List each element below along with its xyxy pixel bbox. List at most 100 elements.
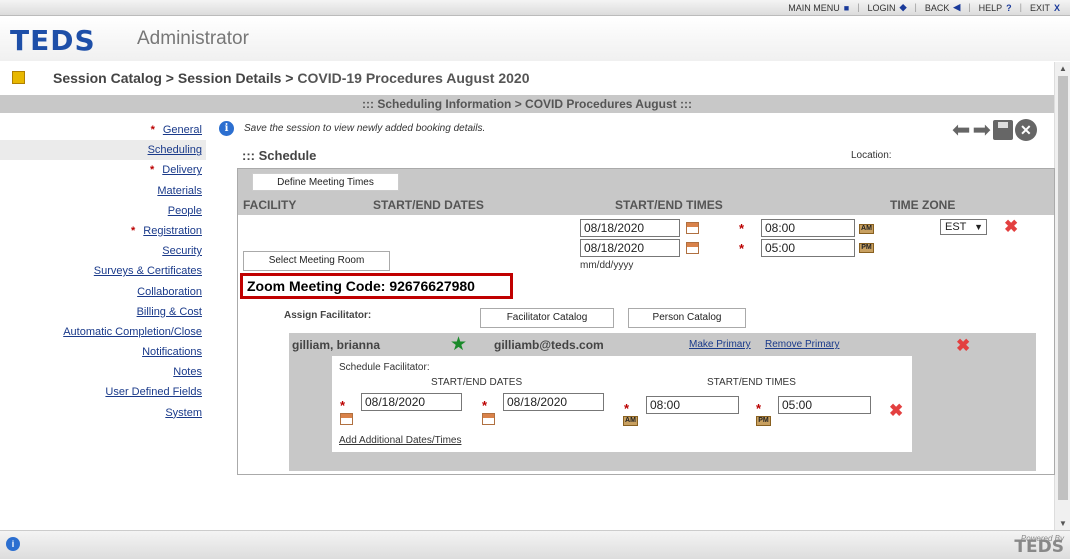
footer: i Powered By TEDS: [0, 530, 1070, 559]
back-label: BACK: [924, 2, 950, 13]
scroll-down-icon[interactable]: ▼: [1059, 519, 1067, 528]
timezone-select[interactable]: EST ▼: [940, 219, 987, 235]
pm-toggle[interactable]: PM: [756, 416, 771, 426]
sidebar-item-label[interactable]: Surveys & Certificates: [94, 265, 202, 277]
sidebar-item-label[interactable]: Registration: [143, 225, 202, 237]
sidebar-item-label[interactable]: General: [163, 124, 202, 136]
sidebar-item-label[interactable]: Billing & Cost: [137, 306, 202, 318]
sidebar-item-label[interactable]: System: [165, 407, 202, 419]
breadcrumb-session-details[interactable]: Session Details: [178, 70, 282, 86]
make-primary-link[interactable]: Make Primary: [689, 339, 751, 350]
facilitator-end-date-input[interactable]: 08/18/2020: [503, 393, 604, 411]
am-toggle[interactable]: AM: [623, 416, 638, 426]
sidebar-item-registration[interactable]: * Registration: [0, 221, 206, 241]
breadcrumb-current: COVID-19 Procedures August 2020: [297, 70, 530, 86]
required-star-icon: *: [739, 241, 745, 256]
person-catalog-button[interactable]: Person Catalog: [628, 308, 746, 328]
sidebar-item-billing-cost[interactable]: Billing & Cost: [0, 302, 206, 322]
main-menu-label: MAIN MENU: [788, 2, 840, 13]
pm-toggle[interactable]: PM: [859, 243, 874, 253]
catalog-icon: [12, 71, 25, 84]
facilitator-catalog-button[interactable]: Facilitator Catalog: [480, 308, 614, 328]
previous-arrow-icon[interactable]: ⬅: [952, 119, 970, 141]
scroll-up-icon[interactable]: ▲: [1059, 64, 1067, 73]
sidebar-item-label[interactable]: Notifications: [142, 346, 202, 358]
sidebar-item-label[interactable]: People: [168, 205, 202, 217]
start-date-input[interactable]: 08/18/2020: [580, 219, 680, 237]
save-icon[interactable]: [992, 120, 1013, 140]
column-dates: START/END DATES: [373, 198, 484, 212]
info-icon: i: [219, 121, 234, 136]
calendar-icon[interactable]: [340, 413, 353, 425]
delete-icon[interactable]: ✖: [1004, 218, 1018, 235]
assign-facilitator-label: Assign Facilitator:: [284, 310, 372, 321]
calendar-icon[interactable]: [686, 222, 699, 234]
calendar-icon[interactable]: [482, 413, 495, 425]
sidebar-item-security[interactable]: Security: [0, 241, 206, 261]
scrollbar-thumb[interactable]: [1058, 76, 1068, 500]
section-subheader: ::: Scheduling Information > COVID Proce…: [0, 95, 1054, 113]
calendar-icon[interactable]: [686, 242, 699, 254]
back-link[interactable]: BACK ◀: [921, 2, 964, 13]
select-meeting-room-button[interactable]: Select Meeting Room: [243, 251, 390, 271]
chevron-down-icon: ▼: [974, 222, 983, 232]
sidebar-item-notifications[interactable]: Notifications: [0, 342, 206, 362]
facilitator-email: gilliamb@teds.com: [494, 338, 604, 352]
sidebar-item-label[interactable]: Collaboration: [137, 286, 202, 298]
main-menu-link[interactable]: MAIN MENU ■: [784, 2, 853, 13]
exit-link[interactable]: EXIT X: [1026, 2, 1064, 13]
toolbar: ⬅ ➡ ✕: [952, 119, 1037, 141]
info-message: Save the session to view newly added boo…: [244, 123, 486, 134]
schedule-panel: Define Meeting Times FACILITY START/END …: [237, 168, 1055, 475]
location-label: Location:: [851, 150, 892, 161]
vertical-scrollbar[interactable]: ▲ ▼: [1054, 62, 1070, 530]
date-format-hint: mm/dd/yyyy: [580, 260, 634, 271]
required-star-icon: *: [482, 398, 488, 413]
sidebar-item-label[interactable]: Automatic Completion/Close: [63, 326, 202, 338]
end-time-input[interactable]: 05:00: [761, 239, 855, 257]
end-date-input[interactable]: 08/18/2020: [580, 239, 680, 257]
sidebar-item-scheduling[interactable]: Scheduling: [0, 140, 206, 161]
login-link[interactable]: LOGIN ◆: [864, 2, 911, 13]
breadcrumb-session-catalog[interactable]: Session Catalog: [53, 70, 162, 86]
delete-time-icon[interactable]: ✖: [889, 402, 903, 419]
facilitator-start-date-input[interactable]: 08/18/2020: [361, 393, 462, 411]
next-arrow-icon[interactable]: ➡: [972, 119, 990, 141]
breadcrumb-separator: >: [281, 70, 298, 86]
sidebar-item-system[interactable]: System: [0, 403, 206, 423]
required-star-icon: *: [131, 224, 136, 237]
remove-facilitator-icon[interactable]: ✖: [956, 337, 970, 354]
sidebar-item-label[interactable]: User Defined Fields: [105, 386, 202, 398]
add-additional-dates-link[interactable]: Add Additional Dates/Times: [339, 435, 461, 446]
breadcrumb-bar: Session Catalog > Session Details > COVI…: [0, 62, 1054, 94]
sidebar-item-materials[interactable]: Materials: [0, 181, 206, 201]
sidebar-item-notes[interactable]: Notes: [0, 362, 206, 382]
facilitator-end-time-input[interactable]: 05:00: [778, 396, 871, 414]
sidebar-item-delivery[interactable]: * Delivery: [0, 160, 206, 180]
sidebar-item-label[interactable]: Notes: [173, 366, 202, 378]
app-header: TEDS Administrator: [0, 17, 1070, 61]
sidebar-item-label[interactable]: Scheduling: [148, 144, 202, 156]
remove-primary-link[interactable]: Remove Primary: [765, 339, 839, 350]
help-icon[interactable]: i: [6, 537, 20, 551]
question-icon: ?: [1006, 2, 1012, 13]
start-time-input[interactable]: 08:00: [761, 219, 855, 237]
sidebar-item-people[interactable]: People: [0, 201, 206, 221]
help-link[interactable]: HELP?: [975, 2, 1016, 13]
sidebar-item-label[interactable]: Security: [162, 245, 202, 257]
required-star-icon: *: [340, 398, 346, 413]
am-toggle[interactable]: AM: [859, 224, 874, 234]
facilitator-start-time-input[interactable]: 08:00: [646, 396, 739, 414]
schedule-facilitator-panel: Schedule Facilitator: START/END DATES ST…: [332, 356, 912, 452]
sidebar-item-label[interactable]: Delivery: [162, 164, 202, 176]
tab-define-meeting-times[interactable]: Define Meeting Times: [252, 173, 399, 191]
sidebar-item-user-defined-fields[interactable]: User Defined Fields: [0, 382, 206, 402]
breadcrumb: Session Catalog > Session Details > COVI…: [53, 70, 529, 86]
sidebar-item-general[interactable]: * General: [0, 120, 206, 140]
close-icon[interactable]: ✕: [1014, 119, 1037, 141]
sidebar-item-automatic-completion-close[interactable]: Automatic Completion/Close: [0, 322, 206, 342]
sidebar-item-label[interactable]: Materials: [157, 185, 202, 197]
sidebar-item-collaboration[interactable]: Collaboration: [0, 282, 206, 302]
sidebar-item-surveys-certificates[interactable]: Surveys & Certificates: [0, 261, 206, 281]
required-star-icon: *: [150, 124, 155, 136]
